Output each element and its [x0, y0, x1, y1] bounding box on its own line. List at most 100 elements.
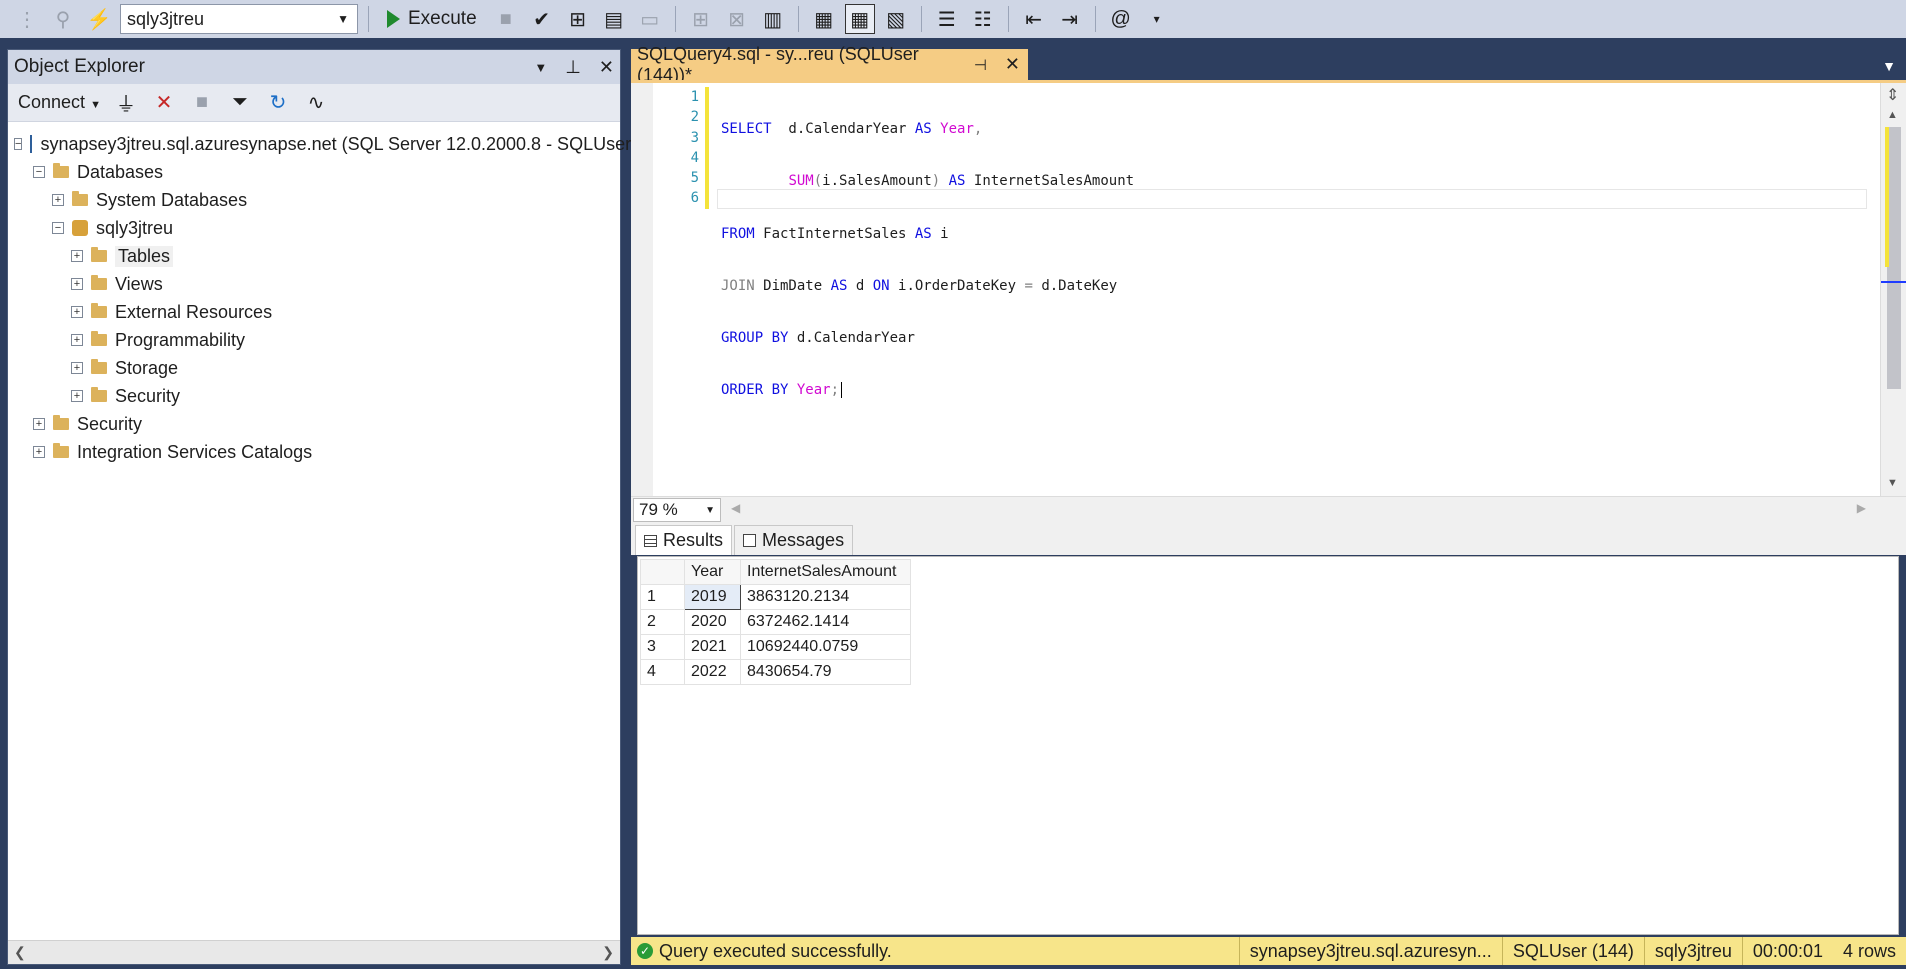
expand-icon[interactable]: +: [71, 306, 83, 318]
intellisense-icon[interactable]: ▭: [635, 4, 665, 34]
tree-node-integration-services[interactable]: + Integration Services Catalogs: [8, 438, 620, 466]
cell-year[interactable]: 2020: [684, 609, 741, 635]
split-view-icon[interactable]: ⇕: [1886, 85, 1899, 105]
cell-amount[interactable]: 6372462.1414: [740, 609, 911, 635]
tab-messages[interactable]: Messages: [734, 525, 854, 555]
status-server: synapsey3jtreu.sql.azuresyn...: [1238, 937, 1502, 965]
tree-node-views[interactable]: + Views: [8, 270, 620, 298]
expand-icon[interactable]: +: [33, 418, 45, 430]
client-stats-icon[interactable]: ▥: [758, 4, 788, 34]
activity-monitor-icon[interactable]: ∿: [303, 90, 329, 115]
window-position-dropdown-icon[interactable]: ▼: [534, 60, 547, 75]
scroll-left-icon[interactable]: ❮: [14, 944, 26, 961]
include-plan-icon[interactable]: ⊞: [686, 4, 716, 34]
tree-node-external-resources[interactable]: + External Resources: [8, 298, 620, 326]
column-header-year[interactable]: Year: [684, 559, 741, 585]
tree-node-label: External Resources: [115, 301, 273, 322]
expand-icon[interactable]: +: [71, 278, 83, 290]
expand-icon[interactable]: +: [71, 334, 83, 346]
stop-icon[interactable]: ■: [491, 4, 521, 34]
row-number[interactable]: 4: [640, 659, 685, 685]
results-to-grid-icon[interactable]: ▦: [844, 4, 875, 34]
tab-list-dropdown-icon[interactable]: ▼: [1882, 58, 1896, 74]
tree-node-storage[interactable]: + Storage: [8, 354, 620, 382]
connect-dropdown-button[interactable]: Connect ▼: [18, 92, 101, 113]
scrollbar-thumb[interactable]: [1887, 127, 1901, 389]
sql-editor[interactable]: 1 2 3 4 5 6 SELECT d.CalendarYear AS Yea…: [631, 80, 1906, 496]
available-databases-select[interactable]: sqly3jtreu ▼: [120, 4, 358, 34]
disconnect-icon[interactable]: ✕: [151, 90, 177, 115]
results-to-file-icon[interactable]: ▧: [881, 4, 911, 34]
code-text[interactable]: SELECT d.CalendarYear AS Year, SUM(i.Sal…: [721, 87, 1134, 433]
scroll-up-icon[interactable]: ▲: [1887, 109, 1898, 121]
cell-year[interactable]: 2021: [684, 634, 741, 660]
tree-node-server[interactable]: − synapsey3jtreu.sql.azuresynapse.net (S…: [8, 130, 637, 158]
connect-plug-icon[interactable]: ⚲: [48, 4, 78, 34]
tree-node-system-databases[interactable]: + System Databases: [8, 186, 620, 214]
scroll-right-icon[interactable]: ▶: [1857, 501, 1866, 515]
specify-template-values-icon[interactable]: @: [1106, 4, 1136, 34]
increase-indent-icon[interactable]: ⇥: [1055, 4, 1085, 34]
editor-vscrollbar[interactable]: ⇕ ▲ ▼: [1880, 83, 1906, 496]
uncomment-lines-icon[interactable]: ☷: [968, 4, 998, 34]
expand-icon[interactable]: +: [71, 250, 83, 262]
comment-lines-icon[interactable]: ☰: [932, 4, 962, 34]
row-number-header[interactable]: [640, 559, 685, 585]
expand-icon[interactable]: +: [33, 446, 45, 458]
identifier: d.CalendarYear: [771, 121, 915, 137]
close-icon[interactable]: ✕: [599, 57, 614, 78]
tree-node-programmability[interactable]: + Programmability: [8, 326, 620, 354]
collapse-icon[interactable]: −: [33, 166, 45, 178]
tree-node-database[interactable]: − sqly3jtreu: [8, 214, 620, 242]
row-number[interactable]: 1: [640, 584, 685, 610]
estimated-plan-icon[interactable]: ⊞: [563, 4, 593, 34]
identifier: d.CalendarYear: [788, 330, 915, 347]
column-header-amount[interactable]: InternetSalesAmount: [740, 559, 911, 585]
filter-icon[interactable]: ⏷: [227, 91, 253, 114]
live-stats-icon[interactable]: ⊠: [722, 4, 752, 34]
expand-icon[interactable]: +: [71, 362, 83, 374]
scroll-left-icon[interactable]: ◀: [731, 501, 740, 515]
zoom-select[interactable]: 79 % ▼: [633, 498, 721, 522]
expand-icon[interactable]: +: [71, 390, 83, 402]
pin-icon[interactable]: ⊥: [565, 57, 581, 78]
object-explorer-hscrollbar[interactable]: ❮ ❯: [8, 940, 620, 964]
close-icon[interactable]: ✕: [1005, 54, 1020, 75]
parse-checkmark-icon[interactable]: ✔: [527, 4, 557, 34]
status-database: sqly3jtreu: [1643, 937, 1742, 965]
toolbar-overflow-icon[interactable]: ▾: [1142, 4, 1172, 34]
cell-amount[interactable]: 8430654.79: [740, 659, 911, 685]
row-number[interactable]: 3: [640, 634, 685, 660]
tree-node-security[interactable]: + Security: [8, 410, 620, 438]
collapse-icon[interactable]: −: [14, 138, 23, 150]
connect-plug-icon[interactable]: ⏚: [113, 88, 139, 117]
cell-amount[interactable]: 10692440.0759: [740, 634, 911, 660]
execute-button[interactable]: Execute: [379, 4, 485, 34]
tree-node-db-security[interactable]: + Security: [8, 382, 620, 410]
results-tab-strip: Results Messages: [631, 522, 1906, 555]
row-number[interactable]: 2: [640, 609, 685, 635]
identifier: FactInternetSales: [754, 225, 915, 242]
alias: i: [931, 225, 949, 242]
collapse-icon[interactable]: −: [52, 222, 64, 234]
tree-node-tables[interactable]: + Tables: [8, 242, 620, 270]
results-to-text-icon[interactable]: ▦: [809, 4, 839, 34]
code-line-3: FROM FactInternetSales AS i: [721, 224, 1134, 244]
scroll-right-icon[interactable]: ❯: [602, 944, 614, 961]
expand-icon[interactable]: +: [52, 194, 64, 206]
pin-icon[interactable]: ⊣: [974, 56, 987, 74]
cell-year[interactable]: 2019: [684, 584, 741, 610]
refresh-icon[interactable]: ↻: [265, 90, 291, 115]
results-grid[interactable]: Year InternetSalesAmount 1 2019 3863120.…: [637, 556, 1899, 935]
decrease-indent-icon[interactable]: ⇤: [1019, 4, 1049, 34]
tab-results[interactable]: Results: [635, 525, 733, 555]
stop-icon[interactable]: ■: [189, 91, 215, 114]
cell-amount[interactable]: 3863120.2134: [740, 584, 911, 610]
tree-node-label: Views: [115, 273, 163, 294]
tab-query-editor[interactable]: SQLQuery4.sql - sy...reu (SQLUser (144))…: [631, 44, 1028, 85]
cell-year[interactable]: 2022: [684, 659, 741, 685]
tree-node-databases[interactable]: − Databases: [8, 158, 620, 186]
change-connection-icon[interactable]: ⚡: [84, 4, 114, 34]
scroll-down-icon[interactable]: ▼: [1887, 477, 1898, 489]
query-options-icon[interactable]: ▤: [599, 4, 629, 34]
